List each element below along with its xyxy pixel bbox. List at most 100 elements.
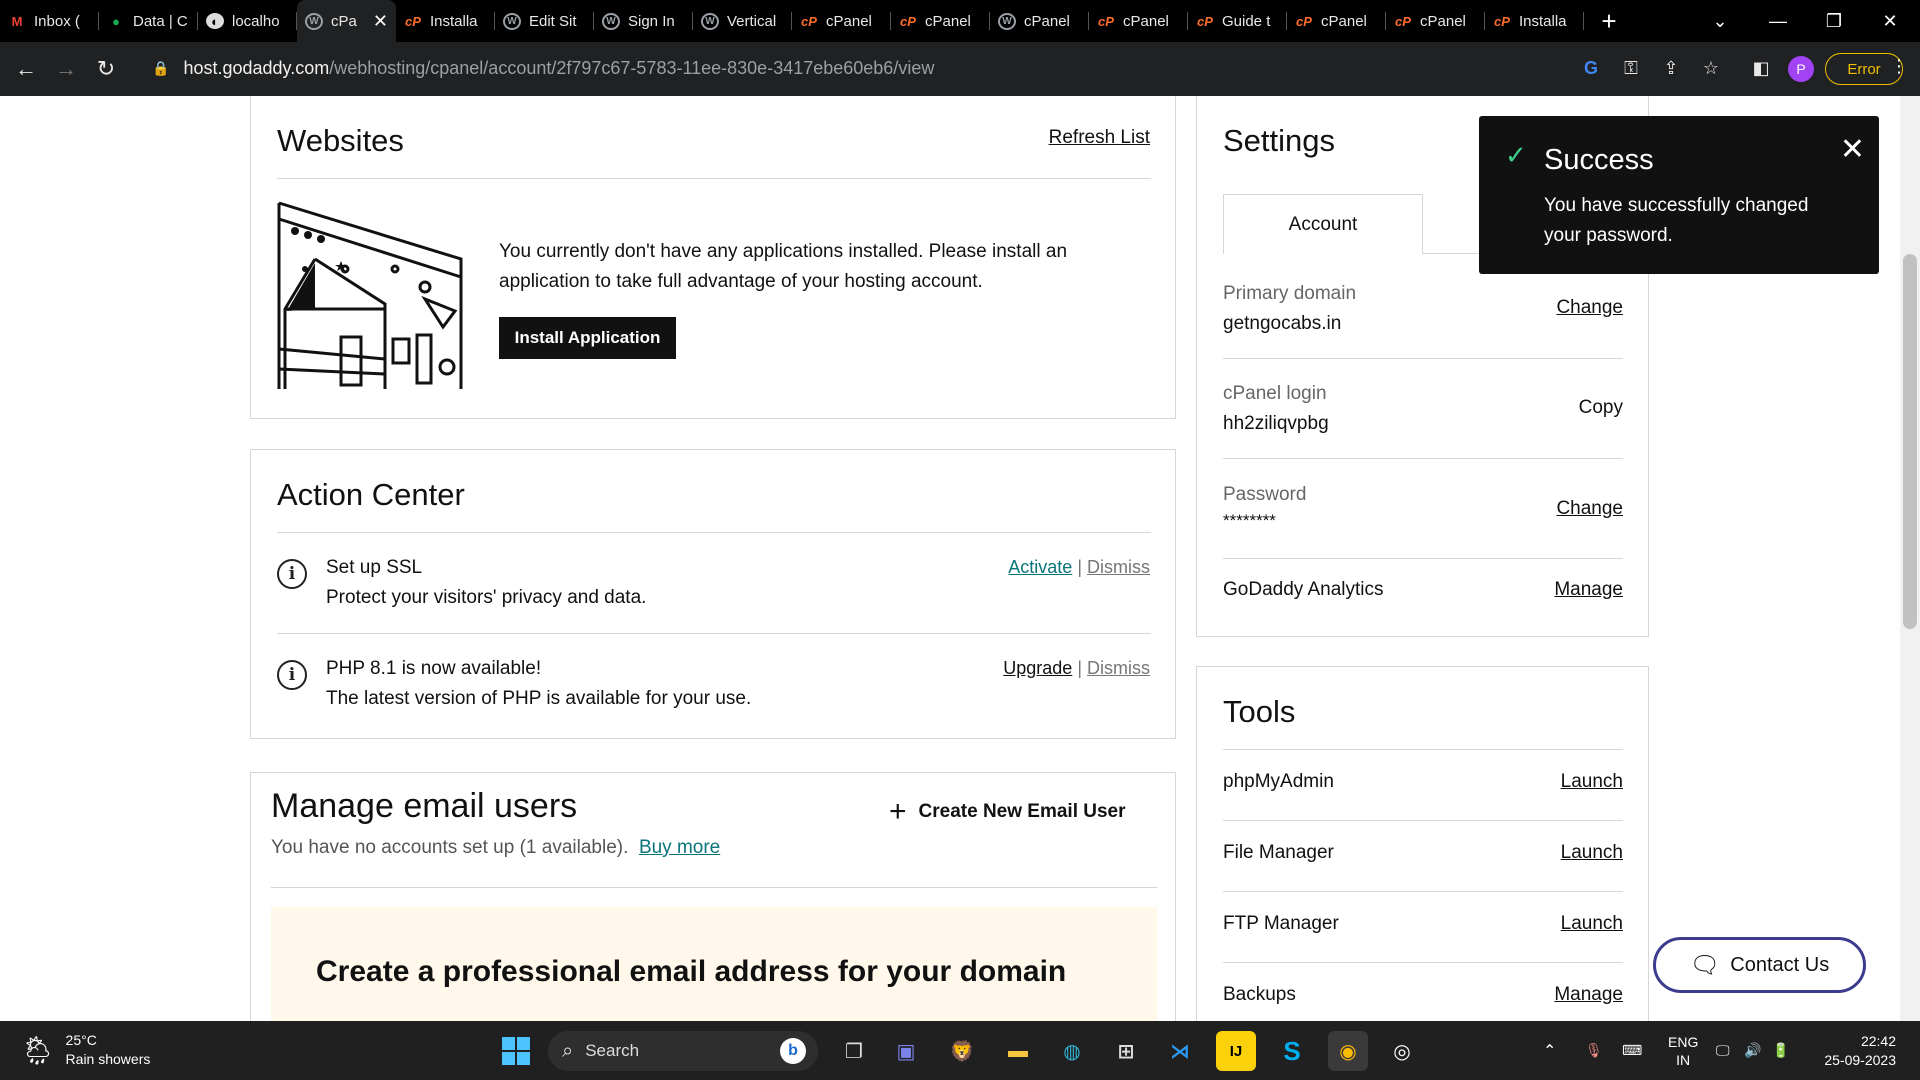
tab-favicon-icon: cP [405, 13, 421, 29]
weather-temp: 25°C [65, 1032, 97, 1048]
browser-tab[interactable]: cP cPanel [891, 0, 990, 42]
forward-button[interactable]: → [46, 49, 86, 89]
create-email-user-button[interactable]: + Create New Email User [889, 795, 1126, 829]
browser-tab[interactable]: cP cPanel [1287, 0, 1386, 42]
minimize-button[interactable]: — [1750, 0, 1806, 42]
new-tab-button[interactable]: + [1584, 0, 1634, 42]
buy-more-link[interactable]: Buy more [639, 837, 720, 858]
browser-tab[interactable]: cP cPanel [1089, 0, 1188, 42]
tab-label: Edit Sit [529, 12, 577, 30]
browser-tab[interactable]: ● Data | C [99, 0, 198, 42]
chrome-icon[interactable]: ◉ [1328, 1031, 1368, 1071]
browser-tab[interactable]: cP Installa [396, 0, 495, 42]
page-scrollbar[interactable] [1900, 96, 1920, 1021]
launch-file-manager-link[interactable]: Launch [1561, 842, 1623, 864]
divider [1223, 749, 1623, 750]
upgrade-php-link[interactable]: Upgrade [1003, 658, 1072, 678]
volume-icon[interactable]: 🔊 [1744, 1021, 1761, 1080]
language-indicator[interactable]: ENG IN [1668, 1021, 1698, 1080]
change-password-link[interactable]: Change [1556, 498, 1623, 520]
browser-tab[interactable]: WcPanel [990, 0, 1089, 42]
chat-icon: 🗨 [1689, 951, 1721, 979]
tab-favicon-icon: cP [1197, 13, 1213, 29]
browser-tab[interactable]: ◐ localho [198, 0, 297, 42]
brave-icon[interactable]: 🦁 [942, 1031, 982, 1071]
browser-tab[interactable]: cP Guide t [1188, 0, 1287, 42]
store-icon[interactable]: ⊞ [1106, 1031, 1146, 1071]
browser-tab[interactable]: cP cPanel [792, 0, 891, 42]
clock-time: 22:42 [1860, 1032, 1896, 1049]
teams-icon[interactable]: ▣ [886, 1031, 926, 1071]
tab-favicon-icon: cP [1098, 13, 1114, 29]
install-application-button[interactable]: Install Application [499, 317, 676, 359]
tab-favicon-icon: W [305, 12, 323, 30]
browser-tab[interactable]: cP Installa [1485, 0, 1584, 42]
google-icon[interactable]: G [1576, 53, 1606, 83]
profile-avatar[interactable]: P [1788, 56, 1814, 82]
close-icon[interactable]: ✕ [1840, 132, 1865, 167]
back-button[interactable]: ← [6, 49, 46, 89]
show-hidden-icons[interactable]: ⌃ [1543, 1021, 1556, 1080]
taskbar-search[interactable]: ⌕ Search b [548, 1031, 818, 1071]
menu-icon[interactable]: ⋮ [1890, 56, 1908, 77]
launch-ftp-manager-link[interactable]: Launch [1561, 913, 1623, 935]
windows-start-icon[interactable] [502, 1037, 530, 1065]
browser-tab[interactable]: W Sign In [594, 0, 693, 42]
obs-icon[interactable]: ◎ [1382, 1031, 1422, 1071]
dismiss-ssl-link[interactable]: Dismiss [1087, 557, 1150, 577]
manage-email-card: Manage email users + Create New Email Us… [250, 772, 1176, 1021]
jetbrains-icon[interactable]: IJ [1216, 1031, 1256, 1071]
close-window-button[interactable]: ✕ [1862, 0, 1918, 42]
battery-icon[interactable]: 🔋 [1772, 1021, 1789, 1080]
tab-account[interactable]: Account [1223, 194, 1423, 254]
manage-analytics-link[interactable]: Manage [1554, 579, 1623, 601]
launch-phpmyadmin-link[interactable]: Launch [1561, 771, 1623, 793]
clock[interactable]: 22:42 25-09-2023 [1818, 1021, 1896, 1080]
close-tab-icon[interactable]: ✕ [373, 11, 388, 32]
edge-icon[interactable]: ◍ [1052, 1031, 1092, 1071]
reload-button[interactable]: ↻ [86, 49, 126, 89]
browser-tab[interactable]: W Vertical [693, 0, 792, 42]
action-item-desc: Protect your visitors' privacy and data. [326, 587, 647, 608]
activate-ssl-link[interactable]: Activate [1008, 557, 1072, 577]
keyboard-icon[interactable]: ⌨ [1622, 1021, 1642, 1080]
file-explorer-icon[interactable]: ▬ [998, 1031, 1038, 1071]
tab-favicon-icon: ◐ [206, 13, 224, 29]
manage-backups-link[interactable]: Manage [1554, 984, 1623, 1006]
browser-tab[interactable]: WcPa ✕ [297, 0, 396, 42]
no-apps-message: You currently don't have any application… [499, 241, 1068, 292]
weather-desc: Rain showers [65, 1051, 151, 1067]
toast-title: Success [1544, 144, 1654, 176]
tools-card: Tools phpMyAdmin Launch File Manager Lau… [1196, 666, 1649, 1021]
refresh-list-link[interactable]: Refresh List [1049, 127, 1150, 149]
task-view-icon[interactable]: ❐ [834, 1031, 874, 1071]
network-icon[interactable]: 🖵 [1716, 1021, 1730, 1080]
microphone-icon[interactable]: 🎙 [1585, 1021, 1603, 1080]
bookmark-star-icon[interactable]: ☆ [1696, 53, 1726, 83]
browser-tab[interactable]: W Edit Sit [495, 0, 594, 42]
skype-icon[interactable]: S [1272, 1031, 1312, 1071]
share-icon[interactable]: ⇪ [1656, 53, 1686, 83]
divider [1223, 558, 1623, 559]
rain-cloud-icon: 🌦 [20, 1034, 56, 1066]
browser-tab[interactable]: M Inbox ( [0, 0, 99, 42]
change-domain-link[interactable]: Change [1556, 297, 1623, 319]
tools-title: Tools [1223, 694, 1296, 729]
divider [271, 887, 1157, 888]
key-icon[interactable]: ⚿ [1616, 53, 1646, 83]
search-icon: ⌕ [562, 1039, 574, 1062]
weather-widget[interactable]: 🌦 25°C Rain showers [20, 1031, 150, 1069]
copy-login-button[interactable]: Copy [1579, 397, 1623, 419]
restore-button[interactable]: ❐ [1806, 0, 1862, 42]
divider [277, 178, 1151, 179]
clock-date: 25-09-2023 [1824, 1051, 1896, 1068]
side-panel-icon[interactable]: ◧ [1746, 53, 1776, 83]
dismiss-php-link[interactable]: Dismiss [1087, 658, 1150, 678]
address-bar[interactable]: 🔒 host.godaddy.com/webhosting/cpanel/acc… [138, 48, 1568, 88]
divider [1223, 820, 1623, 821]
vscode-icon[interactable]: ⋊ [1160, 1031, 1200, 1071]
tab-search-icon[interactable]: ⌄ [1692, 0, 1748, 42]
contact-us-button[interactable]: 🗨 Contact Us [1653, 937, 1866, 993]
browser-tab[interactable]: cP cPanel [1386, 0, 1485, 42]
scrollbar-thumb[interactable] [1903, 254, 1917, 629]
